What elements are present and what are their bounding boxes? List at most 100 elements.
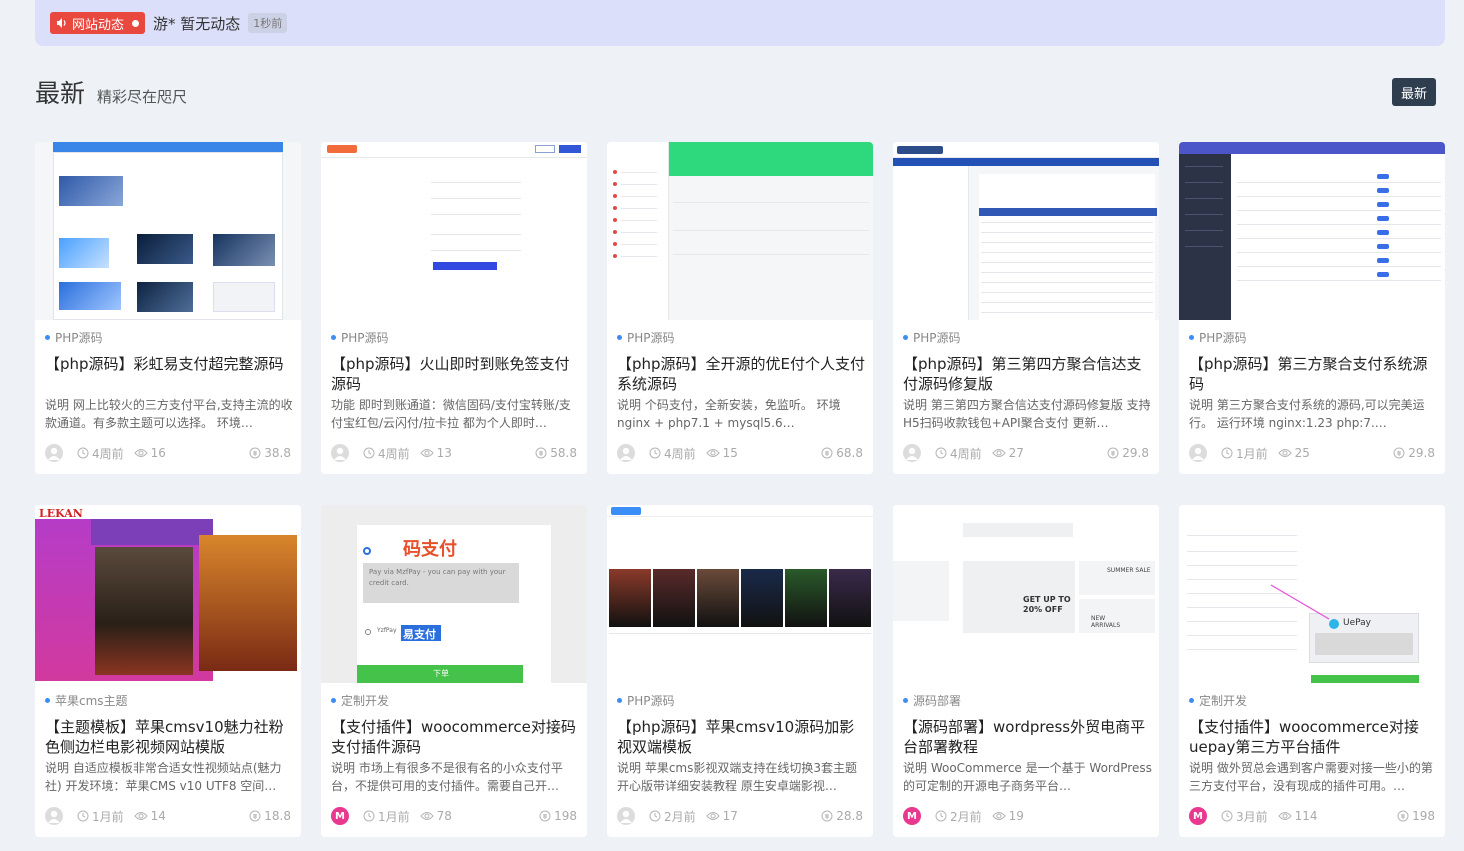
post-time: 4周前 [77,445,124,462]
post-price: 198 [539,809,577,823]
post-category[interactable]: 源码部署 [903,692,961,709]
post-category-label: PHP源码 [913,331,961,345]
coin-icon [821,810,833,822]
post-views-value: 16 [150,446,166,460]
post-views: 15 [705,446,738,460]
post-card[interactable]: PHP源码 【php源码】全开源的优E付个人支付系统源码 说明 个码支付，全新安… [607,142,873,474]
category-bullet [1189,335,1194,340]
category-bullet [903,335,908,340]
post-card[interactable]: PHP源码 【php源码】彩虹易支付超完整源码 说明 网上比较火的三方支付平台,… [35,142,301,474]
author-avatar[interactable] [331,444,349,462]
post-thumbnail[interactable]: 码支付 Pay via MzfPay - you can pay with yo… [321,505,587,683]
author-avatar[interactable] [1189,444,1207,462]
post-title[interactable]: 【php源码】第三方聚合支付系统源码 [1189,354,1439,394]
post-category[interactable]: PHP源码 [45,329,103,346]
post-category[interactable]: PHP源码 [903,329,961,346]
post-excerpt: 说明 做外贸总会遇到客户需要对接一些小的第三方支付平台，没有现成的插件可用。… [1189,761,1433,793]
eye-icon [419,812,434,820]
post-card[interactable]: PHP源码 【php源码】苹果cmsv10源码加影视双端模板 说明 苹果cms影… [607,505,873,837]
post-title[interactable]: 【主题模板】苹果cmsv10魅力社粉色侧边栏电影视频网站模版 [45,717,295,757]
post-thumbnail[interactable] [893,142,1159,320]
user-icon [334,447,346,460]
post-excerpt: 说明 网上比较火的三方支付平台,支持主流的收款通道。有多款主题可以选择。 环境… [45,398,293,430]
category-bullet [617,698,622,703]
post-card[interactable]: 码支付 Pay via MzfPay - you can pay with yo… [321,505,587,837]
post-thumbnail[interactable] [35,142,301,320]
latest-button[interactable]: 最新 [1392,78,1436,106]
post-views-value: 19 [1008,809,1024,823]
post-title[interactable]: 【支付插件】woocommerce对接uepay第三方平台插件 [1189,717,1439,757]
post-category[interactable]: 定制开发 [1189,692,1247,709]
post-thumbnail[interactable]: UePay [1179,505,1445,683]
post-card[interactable]: GET UP TO 20% OFF SUMMER SALE NEW ARRIVA… [893,505,1159,837]
coin-icon [1397,810,1409,822]
post-card[interactable]: UePay 定制开发 【支付插件】woocommerce对接uepay第三方平台… [1179,505,1445,837]
post-category-label: 定制开发 [1199,694,1248,708]
post-title[interactable]: 【php源码】苹果cmsv10源码加影视双端模板 [617,717,867,757]
post-card[interactable]: LEKAN 苹果cms主题 【主题模板】苹果cmsv10魅力社粉色侧边栏电影视频… [35,505,301,837]
coin-icon [535,447,547,459]
post-price-value: 198 [1412,809,1435,823]
speaker-icon [57,18,66,28]
post-title[interactable]: 【php源码】第三第四方聚合信达支付源码修复版 [903,354,1153,394]
post-title[interactable]: 【源码部署】wordpress外贸电商平台部署教程 [903,717,1153,757]
post-price: 68.8 [821,446,863,460]
post-time: 1月前 [77,808,124,825]
author-avatar[interactable] [903,444,921,462]
post-card[interactable]: PHP源码 【php源码】第三第四方聚合信达支付源码修复版 说明 第三第四方聚合… [893,142,1159,474]
clock-icon [935,447,947,459]
post-thumbnail[interactable]: LEKAN [35,505,301,683]
author-avatar[interactable] [45,444,63,462]
post-price: 38.8 [249,446,291,460]
post-card[interactable]: PHP源码 【php源码】火山即时到账免签支付源码 功能 即时到账通道：微信固码… [321,142,587,474]
post-category-label: 定制开发 [341,694,390,708]
post-excerpt: 说明 第三第四方聚合信达支付源码修复版 支持H5扫码收款钱包+API聚合支付 更… [903,398,1151,430]
post-views: 27 [991,446,1024,460]
post-category[interactable]: PHP源码 [617,692,675,709]
clock-icon [363,810,375,822]
post-thumbnail[interactable] [607,505,873,683]
post-category[interactable]: PHP源码 [1189,329,1247,346]
notice-text[interactable]: 游* 暂无动态 [153,13,240,34]
post-card[interactable]: PHP源码 【php源码】第三方聚合支付系统源码 说明 第三方聚合支付系统的源码… [1179,142,1445,474]
post-title[interactable]: 【支付插件】woocommerce对接码支付插件源码 [331,717,581,757]
clock-icon [649,810,661,822]
post-thumbnail[interactable] [607,142,873,320]
post-thumbnail[interactable]: GET UP TO 20% OFF SUMMER SALE NEW ARRIVA… [893,505,1159,683]
post-time: 4周前 [649,445,696,462]
post-category[interactable]: 定制开发 [331,692,389,709]
author-avatar[interactable]: M [1189,807,1207,825]
post-category[interactable]: PHP源码 [617,329,675,346]
post-title[interactable]: 【php源码】彩虹易支付超完整源码 [45,354,295,374]
post-category[interactable]: 苹果cms主题 [45,692,128,709]
clock-icon [1221,810,1233,822]
eye-icon [1277,812,1292,820]
post-meta: 4周前 15 68.8 [617,444,863,462]
author-avatar[interactable] [617,807,635,825]
author-avatar[interactable]: M [903,807,921,825]
post-thumbnail[interactable] [1179,142,1445,320]
post-price-value: 58.8 [550,446,577,460]
uepay-brand: UePay [1343,618,1371,628]
category-bullet [45,335,50,340]
post-meta: 1月前 25 29.8 [1189,444,1435,462]
post-views-value: 13 [436,446,452,460]
post-category-label: PHP源码 [1199,331,1247,345]
post-title[interactable]: 【php源码】火山即时到账免签支付源码 [331,354,581,394]
post-time-value: 2月前 [950,809,982,824]
author-avatar[interactable] [617,444,635,462]
author-avatar[interactable]: M [331,807,349,825]
post-time: 1月前 [363,808,410,825]
post-title[interactable]: 【php源码】全开源的优E付个人支付系统源码 [617,354,867,394]
coin-icon [821,447,833,459]
post-category[interactable]: PHP源码 [331,329,389,346]
category-bullet [45,698,50,703]
post-price: 18.8 [249,809,291,823]
post-time-value: 3月前 [1236,809,1268,824]
post-meta: M 2月前 19 [903,807,1149,825]
post-excerpt: 说明 个码支付，全新安装，免监听。 环境 nginx + php7.1 + my… [617,398,841,430]
eye-icon [419,449,434,457]
author-avatar[interactable] [45,807,63,825]
post-thumbnail[interactable] [321,142,587,320]
notice-dot [132,19,140,27]
